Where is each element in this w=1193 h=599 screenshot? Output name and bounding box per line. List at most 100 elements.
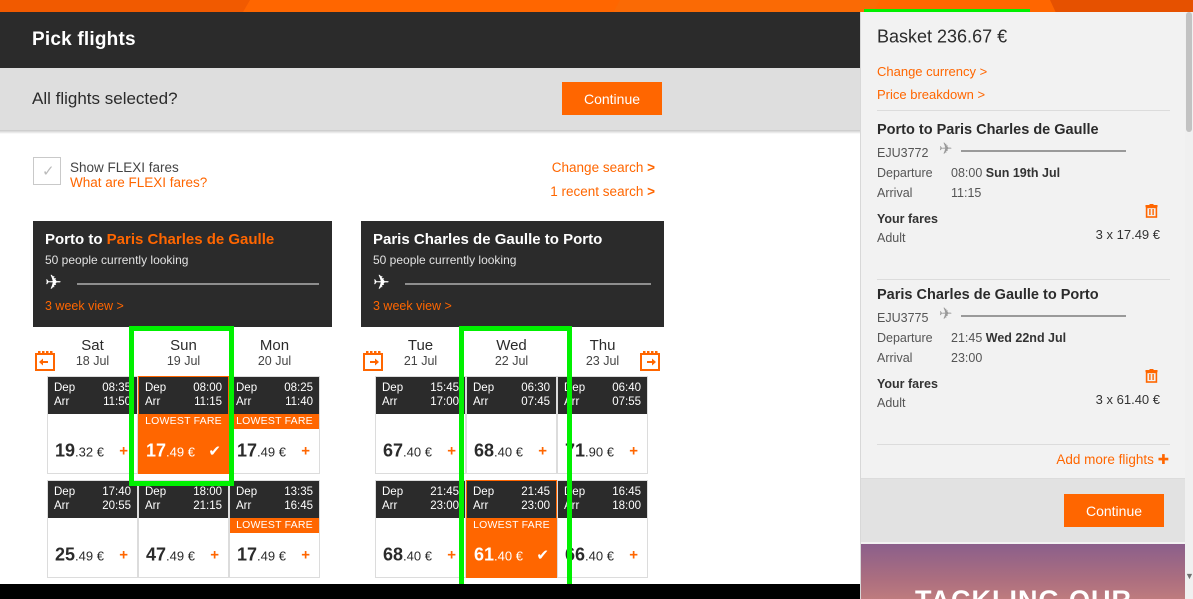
flight-times: Dep 08:00 Arr 11:15: [139, 377, 228, 414]
divider: [877, 444, 1170, 445]
add-fare-plus-icon[interactable]: +: [210, 547, 219, 564]
segment-flight-number: EJU3772: [877, 146, 929, 160]
badge-spacer: [558, 414, 647, 429]
departure-row: Dep 08:25: [236, 381, 313, 395]
fare-price-decimal: .49 €: [166, 548, 195, 564]
outbound-day-header[interactable]: Sat 18 Jul: [47, 338, 138, 370]
arrival-time: 18:00: [612, 500, 641, 512]
flight-fare-card[interactable]: Dep 21:45 Arr 23:00 68.40 € +: [375, 480, 466, 578]
add-fare-plus-icon[interactable]: +: [629, 443, 638, 460]
trash-bin-icon[interactable]: [1145, 204, 1158, 223]
flight-fare-card[interactable]: Dep 21:45 Arr 23:00 LOWEST FARE 61.40 € ✔: [466, 480, 557, 578]
outbound-3-week-view-link[interactable]: 3 week view >: [45, 299, 124, 313]
add-fare-plus-icon[interactable]: +: [538, 443, 547, 460]
flight-fare-card[interactable]: Dep 13:35 Arr 16:45 LOWEST FARE 17.49 € +: [229, 480, 320, 578]
flight-fare-card[interactable]: Dep 08:25 Arr 11:40 LOWEST FARE 17.49 € +: [229, 376, 320, 474]
flight-times: Dep 15:45 Arr 17:00: [376, 377, 465, 414]
fare-price-integer: 67: [383, 440, 404, 461]
flight-times: Dep 16:45 Arr 18:00: [558, 481, 647, 518]
change-search-link[interactable]: Change search >: [552, 160, 655, 175]
departure-time: 06:30: [521, 382, 550, 394]
departure-time: 08:35: [102, 382, 131, 394]
inbound-3-week-view-link[interactable]: 3 week view >: [373, 299, 452, 313]
passenger-type-label: Adult: [877, 231, 906, 245]
add-fare-plus-icon[interactable]: +: [447, 547, 456, 564]
scroll-down-arrow-icon[interactable]: ▼: [1185, 571, 1193, 581]
departure-label: Dep: [382, 486, 404, 498]
page-scrollbar[interactable]: ▼: [1185, 12, 1193, 599]
flight-fare-card[interactable]: Dep 06:40 Arr 07:55 71.90 € +: [557, 376, 648, 474]
fare-price: 67.40 €: [383, 441, 432, 462]
selected-check-icon[interactable]: ✔: [208, 442, 221, 460]
flight-fare-card[interactable]: Dep 17:40 Arr 20:55 25.49 € +: [47, 480, 138, 578]
bar-shadow: [0, 130, 860, 134]
fare-price-row: 68.40 € +: [376, 533, 465, 577]
arrival-time: 11:15: [951, 186, 982, 200]
outbound-origin: Porto to: [45, 231, 107, 248]
arrival-label: Arr: [145, 396, 161, 408]
change-currency-link[interactable]: Change currency >: [877, 64, 987, 79]
inbound-day-header[interactable]: Tue 21 Jul: [375, 338, 466, 370]
what-are-flexi-fares-link[interactable]: What are FLEXI fares?: [70, 175, 207, 190]
add-fare-plus-icon[interactable]: +: [301, 547, 310, 564]
plane-icon: ✈: [939, 306, 953, 323]
arrival-row: Arr 11:40: [236, 395, 313, 409]
add-fare-plus-icon[interactable]: +: [119, 443, 128, 460]
departure-label: Dep: [236, 486, 258, 498]
inbound-origin: Paris Charles de Gaulle to Porto: [373, 231, 603, 248]
add-fare-plus-icon[interactable]: +: [301, 443, 310, 460]
price-breakdown-link[interactable]: Price breakdown >: [877, 87, 985, 102]
lowest-fare-badge: LOWEST FARE: [139, 414, 228, 429]
inbound-route-title: Paris Charles de Gaulle to Porto: [373, 231, 602, 248]
add-fare-plus-icon[interactable]: +: [447, 443, 456, 460]
continue-button-top[interactable]: Continue: [562, 82, 662, 115]
trash-bin-icon[interactable]: [1145, 369, 1158, 388]
day-name: Tue: [407, 337, 434, 354]
day-name: Wed: [496, 337, 527, 354]
segment-route-title: Paris Charles de Gaulle to Porto: [877, 287, 1099, 303]
arrival-time: 21:15: [193, 500, 222, 512]
chevron-right-icon: >: [647, 160, 655, 175]
segment-fare-box: 3 x 17.49 €: [1054, 204, 1170, 248]
day-name: Thu: [589, 337, 616, 354]
fare-price-integer: 25: [55, 544, 76, 565]
basket-total: Basket 236.67 €: [877, 26, 1008, 47]
outbound-day-header[interactable]: Mon 20 Jul: [229, 338, 320, 370]
chevron-right-icon: >: [647, 184, 655, 199]
flight-fare-card[interactable]: Dep 08:35 Arr 11:50 19.32 € +: [47, 376, 138, 474]
add-fare-plus-icon[interactable]: +: [119, 547, 128, 564]
departure-row: Dep 16:45: [564, 485, 641, 499]
flight-fare-card[interactable]: Dep 06:30 Arr 07:45 68.40 € +: [466, 376, 557, 474]
add-fare-plus-icon[interactable]: +: [629, 547, 638, 564]
flight-fare-card[interactable]: Dep 08:00 Arr 11:15 LOWEST FARE 17.49 € ✔: [138, 376, 229, 474]
flight-fare-card[interactable]: Dep 18:00 Arr 21:15 47.49 € +: [138, 480, 229, 578]
inbound-day-header[interactable]: Thu 23 Jul: [557, 338, 648, 370]
departure-label: Departure: [877, 331, 933, 345]
continue-button-sidebar[interactable]: Continue: [1064, 494, 1164, 527]
flight-times: Dep 13:35 Arr 16:45: [230, 481, 319, 518]
segment-route-title: Porto to Paris Charles de Gaulle: [877, 122, 1099, 138]
passenger-type-label: Adult: [877, 396, 906, 410]
inbound-day-header[interactable]: Wed 22 Jul: [466, 338, 557, 370]
departure-label: Dep: [145, 382, 167, 394]
departure-row: Dep 15:45: [382, 381, 459, 395]
scrollbar-thumb[interactable]: [1186, 12, 1192, 132]
add-more-flights-button[interactable]: Add more flights ✚: [1056, 452, 1169, 468]
recent-search-link[interactable]: 1 recent search >: [550, 184, 655, 199]
promo-banner[interactable]: TACKLING OUR: [861, 544, 1185, 599]
departure-time: 08:00: [951, 166, 986, 180]
fare-price-integer: 17: [146, 440, 167, 461]
flight-fare-card[interactable]: Dep 16:45 Arr 18:00 66.40 € +: [557, 480, 648, 578]
show-flexi-fares-checkbox[interactable]: ✓: [33, 157, 61, 185]
arrival-time: 20:55: [102, 500, 131, 512]
fare-price-decimal: .49 €: [166, 444, 195, 460]
day-date: 18 Jul: [75, 354, 110, 368]
banner-shape-2: [613, 0, 880, 12]
outbound-day-header[interactable]: Sun 19 Jul: [138, 338, 229, 370]
day-name: Sun: [170, 337, 197, 354]
inbound-route-header: Paris Charles de Gaulle to Porto 50 peop…: [361, 221, 664, 327]
flight-fare-card[interactable]: Dep 15:45 Arr 17:00 67.40 € +: [375, 376, 466, 474]
arrival-time: 11:40: [285, 396, 313, 408]
selected-check-icon[interactable]: ✔: [536, 546, 549, 564]
fare-price: 68.40 €: [383, 545, 432, 566]
